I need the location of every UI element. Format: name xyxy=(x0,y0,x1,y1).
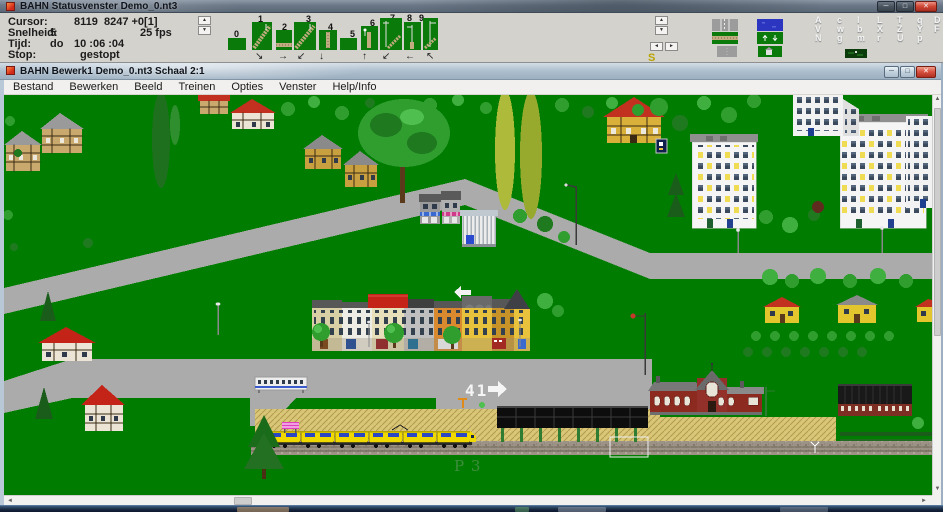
menu-bestand[interactable]: Bestand xyxy=(5,81,61,93)
track-tile-5[interactable] xyxy=(340,38,357,50)
track-tile-0[interactable] xyxy=(228,38,246,50)
platform-label: P 3 xyxy=(454,457,481,475)
window-border-left xyxy=(0,80,4,505)
status-window-titlebar[interactable]: BAHN Statusvenster Demo_0.nt3 ─ □ ✕ xyxy=(0,0,943,13)
menu-venster[interactable]: Venster xyxy=(271,81,324,93)
stop-label: Stop: xyxy=(8,49,36,61)
status-window-title: BAHN Statusvenster Demo_0.nt3 xyxy=(20,1,177,12)
svg-text:41: 41 xyxy=(465,381,488,400)
editor-window-title: BAHN Bewerk1 Demo_0.nt3 Schaal 2:1 xyxy=(20,66,205,77)
direction-arrow-icon: ← xyxy=(405,51,415,62)
menu-bewerken[interactable]: Bewerken xyxy=(61,81,126,93)
editor-window: BAHN Bewerk1 Demo_0.nt3 Schaal 2:1 ─ □ ✕… xyxy=(0,63,943,505)
nav-right-button[interactable]: ► xyxy=(665,42,678,51)
spin-up-button[interactable]: ▲ xyxy=(198,16,211,25)
white-building-right xyxy=(906,116,932,208)
greenhouse xyxy=(460,210,498,247)
palette-letter[interactable]: g xyxy=(837,33,843,43)
stop-value: gestopt xyxy=(80,49,120,61)
menu-beeld[interactable]: Beeld xyxy=(126,81,170,93)
palette-letter[interactable]: p xyxy=(917,33,923,43)
scroll-left-icon[interactable]: ◄ xyxy=(6,498,14,504)
track-tile-7[interactable] xyxy=(380,18,402,50)
maximize-button[interactable]: □ xyxy=(896,1,914,12)
close-icon[interactable]: ✕ xyxy=(915,1,937,12)
status-panel: Cursor: 8119 8247 +0[1] Snelheid: 5 25 f… xyxy=(0,13,943,63)
palette-letter[interactable]: m xyxy=(857,33,865,43)
direction-arrow-icon: ↓ xyxy=(319,51,324,62)
horizontal-scroll-thumb[interactable] xyxy=(234,497,252,505)
info-sign xyxy=(656,139,667,153)
palette-letter[interactable]: F xyxy=(934,24,940,34)
track-tile-3[interactable] xyxy=(294,22,316,50)
direction-arrow-icon: ↘ xyxy=(255,51,263,62)
fps-value: 25 fps xyxy=(140,27,172,39)
track-tile-1[interactable] xyxy=(252,22,272,50)
scroll-right-icon[interactable]: ► xyxy=(920,498,928,504)
taskbar-item[interactable] xyxy=(558,507,606,512)
rail-tile[interactable] xyxy=(712,32,738,44)
minimize-button[interactable]: ─ xyxy=(877,1,895,12)
maximize-button-2[interactable]: □ xyxy=(900,66,915,78)
close-icon-2[interactable]: ✕ xyxy=(916,66,936,78)
nav-left-button[interactable]: ◄ xyxy=(650,42,663,51)
menu-helpinfo[interactable]: Help/Info xyxy=(324,81,384,93)
direction-arrow-icon: ↙ xyxy=(382,51,390,62)
vertical-scroll-thumb[interactable] xyxy=(934,108,941,336)
spin-down-button[interactable]: ▼ xyxy=(198,26,211,35)
taskbar[interactable] xyxy=(0,505,943,512)
arrows-tile[interactable] xyxy=(757,32,783,44)
plain-road-tile[interactable] xyxy=(717,46,737,57)
track-tile-9[interactable] xyxy=(423,18,438,50)
taskbar-item[interactable] xyxy=(237,507,289,512)
palette-letter[interactable]: r xyxy=(877,33,881,43)
shops xyxy=(419,191,461,224)
track-tile-2[interactable] xyxy=(276,30,292,50)
menu-bar: Bestand Bewerken Beeld Treinen Opties Ve… xyxy=(1,80,942,95)
road-tile[interactable] xyxy=(712,19,738,31)
minimize-button-2[interactable]: ─ xyxy=(884,66,899,78)
menu-opties[interactable]: Opties xyxy=(223,81,271,93)
time-day: do xyxy=(50,38,63,50)
direction-arrow-icon: → xyxy=(278,51,288,62)
vertical-scrollbar[interactable]: ▲ ▼ xyxy=(932,95,941,495)
track-tile-4[interactable] xyxy=(319,30,337,50)
map-viewport[interactable]: 41 P 3 xyxy=(4,95,932,495)
palette-letter[interactable]: U xyxy=(897,33,904,43)
bahn-app-icon-2 xyxy=(6,66,15,75)
bahn-app-icon xyxy=(6,2,15,11)
direction-arrow-icon: ↖ xyxy=(426,51,434,62)
direction-arrow-icon: ↙ xyxy=(297,51,305,62)
direction-arrow-icon: ↑ xyxy=(362,51,367,62)
water-tile[interactable] xyxy=(757,19,783,31)
taskbar-item[interactable] xyxy=(780,507,828,512)
menu-treinen[interactable]: Treinen xyxy=(170,81,223,93)
track-tile-8[interactable] xyxy=(404,22,421,50)
track-tile-6[interactable] xyxy=(361,26,378,50)
dark-shed xyxy=(838,384,912,416)
spin-down-button-2[interactable]: ▼ xyxy=(655,26,668,35)
editor-window-titlebar[interactable]: BAHN Bewerk1 Demo_0.nt3 Schaal 2:1 ─ □ ✕ xyxy=(0,63,943,80)
status-window: BAHN Statusvenster Demo_0.nt3 ─ □ ✕ Curs… xyxy=(0,0,943,63)
depot-tile[interactable] xyxy=(845,49,867,58)
taskbar-item[interactable] xyxy=(515,507,529,512)
spin-up-button-2[interactable]: ▲ xyxy=(655,16,668,25)
palette-letter[interactable]: N xyxy=(815,33,822,43)
structure-tile[interactable] xyxy=(758,46,782,57)
